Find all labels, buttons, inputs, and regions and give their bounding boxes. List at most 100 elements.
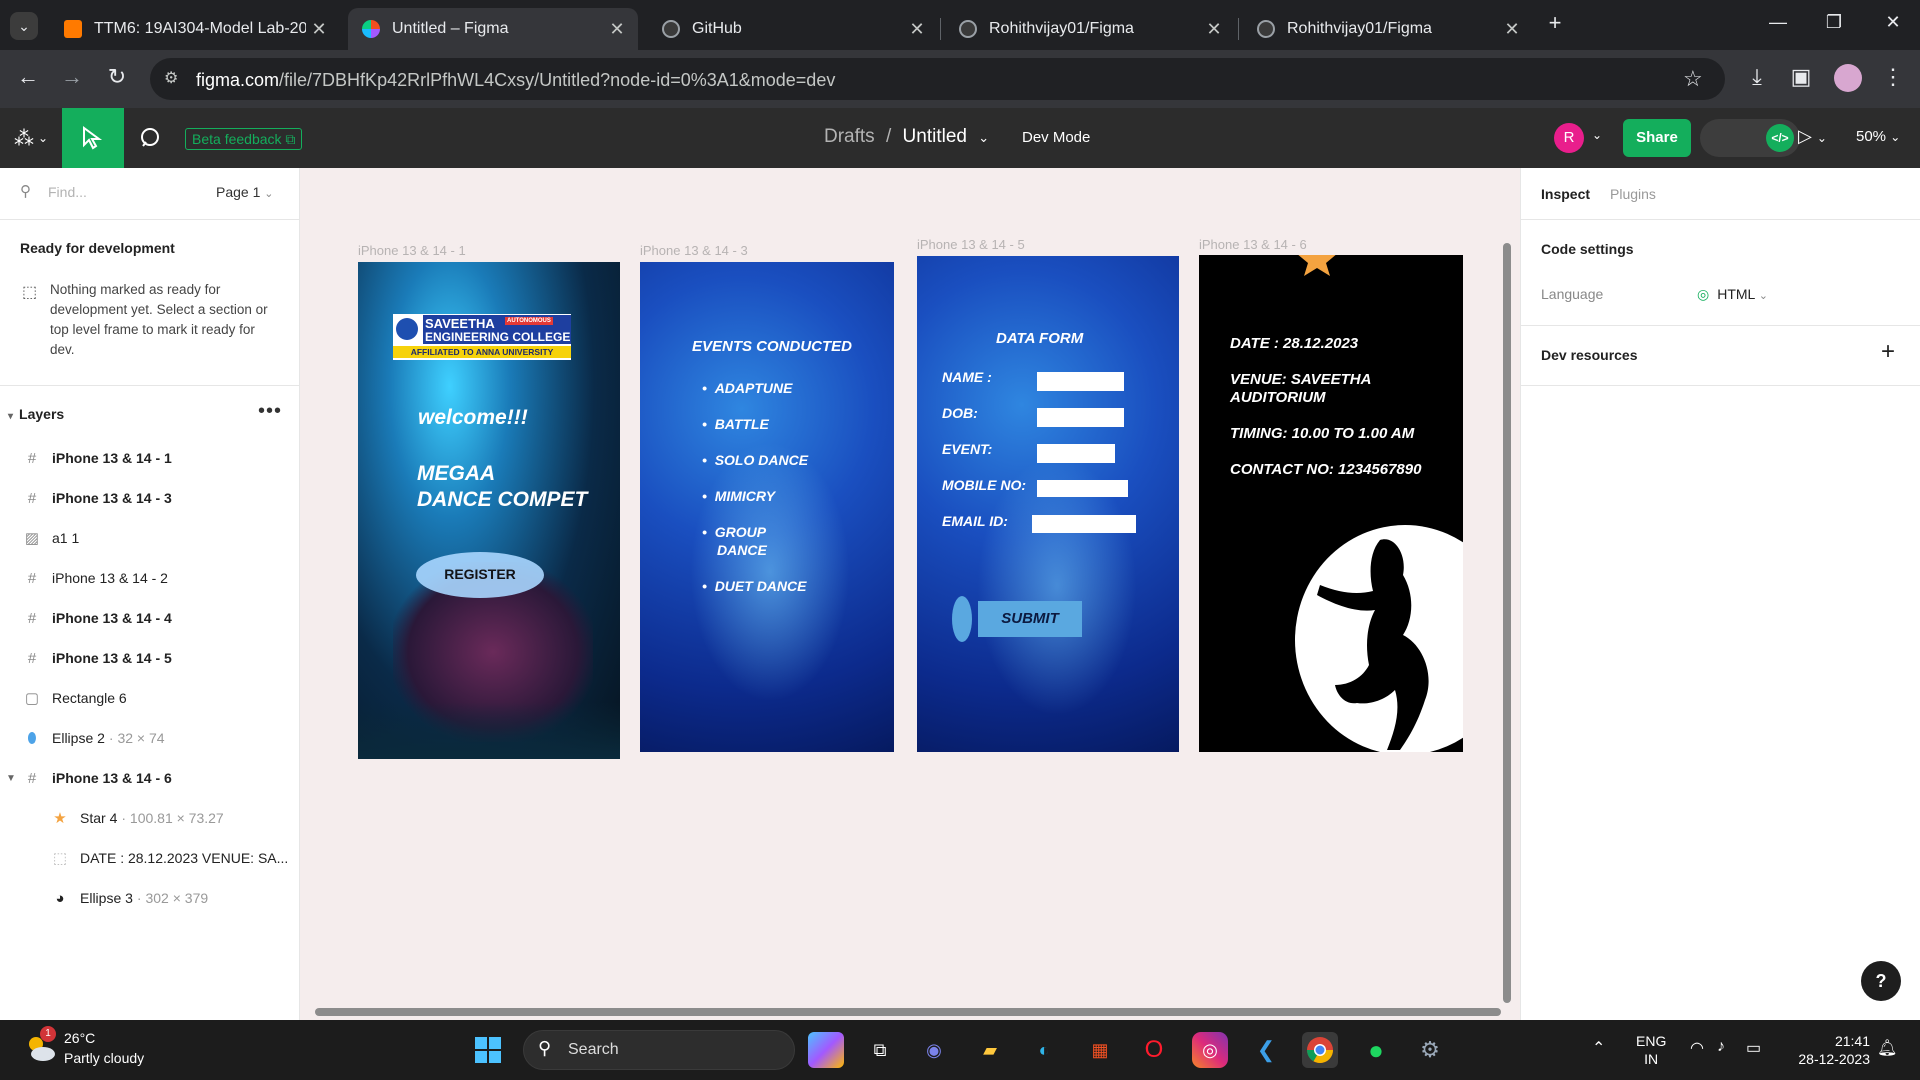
close-icon[interactable]: ✕ xyxy=(904,19,930,40)
mobile-input[interactable] xyxy=(1037,480,1128,497)
edge-browser-icon[interactable]: ◐ xyxy=(1026,1032,1062,1068)
breadcrumb-drafts[interactable]: Drafts xyxy=(824,126,875,147)
wifi-icon[interactable]: ◠ xyxy=(1690,1038,1704,1058)
layer-item[interactable]: # iPhone 13 & 14 - 5 xyxy=(0,638,300,678)
vertical-scrollbar[interactable] xyxy=(1503,243,1511,1003)
restore-icon[interactable]: ❐ xyxy=(1819,12,1849,33)
microsoft-store-icon[interactable]: ▦ xyxy=(1082,1032,1118,1068)
language-select[interactable]: ◎ HTML ⌄ xyxy=(1697,286,1768,303)
register-button[interactable]: REGISTER xyxy=(416,552,544,598)
figma-main-menu-icon[interactable]: ⁂ ⌄ xyxy=(0,108,62,168)
tab-model-lab[interactable]: TTM6: 19AI304-Model Lab-202 ✕ xyxy=(50,8,340,50)
close-icon[interactable]: ✕ xyxy=(306,19,332,40)
site-info-icon[interactable]: ⚙ xyxy=(164,68,178,88)
close-icon[interactable]: ✕ xyxy=(604,19,630,40)
move-tool-button[interactable] xyxy=(62,108,124,168)
frame-label[interactable]: iPhone 13 & 14 - 3 xyxy=(640,243,748,258)
layers-heading[interactable]: ▾ Layers xyxy=(8,406,64,422)
close-icon[interactable]: ✕ xyxy=(1499,19,1525,40)
spotify-icon[interactable]: ● xyxy=(1358,1032,1394,1068)
chrome-browser-icon[interactable] xyxy=(1302,1032,1338,1068)
chevron-down-icon[interactable]: ⌄ xyxy=(978,130,989,145)
find-input[interactable]: Find... xyxy=(48,184,87,200)
share-button[interactable]: Share xyxy=(1623,119,1691,157)
task-view-icon[interactable]: ⧉ xyxy=(862,1032,898,1068)
file-name[interactable]: Untitled xyxy=(903,126,967,147)
file-explorer-icon[interactable]: ▰ xyxy=(972,1032,1008,1068)
input-language[interactable]: ENG IN xyxy=(1636,1032,1666,1068)
close-window-icon[interactable]: ✕ xyxy=(1878,12,1908,33)
weather-temperature[interactable]: 26°C xyxy=(64,1030,95,1046)
horizontal-scrollbar[interactable] xyxy=(315,1008,1501,1016)
more-options-icon[interactable]: ••• xyxy=(258,400,282,423)
layer-item[interactable]: # iPhone 13 & 14 - 4 xyxy=(0,598,300,638)
page-selector[interactable]: Page 1 ⌄ xyxy=(216,184,273,200)
design-canvas[interactable]: iPhone 13 & 14 - 1 iPhone 13 & 14 - 3 iP… xyxy=(300,168,1520,1020)
dob-input[interactable] xyxy=(1037,408,1124,427)
frame-iphone-6[interactable]: DATE : 28.12.2023 VENUE: SAVEETHA AUDITO… xyxy=(1199,255,1463,752)
tab-github[interactable]: GitHub ✕ xyxy=(648,8,938,50)
beta-feedback-button[interactable]: Beta feedback ⧉ xyxy=(185,128,303,150)
settings-gear-icon[interactable]: ⚙ xyxy=(1412,1032,1448,1068)
layer-item[interactable]: ▨ a1 1 xyxy=(0,518,300,558)
forward-icon[interactable]: → xyxy=(56,64,88,90)
tab-inspect[interactable]: Inspect xyxy=(1541,186,1590,202)
weather-description[interactable]: Partly cloudy xyxy=(64,1050,144,1066)
layer-item[interactable]: # iPhone 13 & 14 - 1 xyxy=(0,438,300,478)
browser-menu-icon[interactable]: ⋮ xyxy=(1877,64,1909,90)
tab-rohithvijay-figma-1[interactable]: Rohithvijay01/Figma ✕ xyxy=(945,8,1235,50)
add-icon[interactable]: + xyxy=(1881,338,1895,366)
dev-mode-toggle[interactable]: </> xyxy=(1700,119,1800,157)
email-input[interactable] xyxy=(1032,515,1136,533)
tab-search-button[interactable]: ⌄ xyxy=(10,12,38,40)
tab-figma[interactable]: Untitled – Figma ✕ xyxy=(348,8,638,50)
address-bar[interactable]: ⚙ figma.com/file/7DBHfKp42RrlPfhWL4Cxsy/… xyxy=(150,58,1725,100)
layer-item[interactable]: ⬮ Ellipse 2 · 32 × 74 xyxy=(0,718,300,758)
new-tab-plus-icon[interactable]: + xyxy=(1540,10,1570,36)
tab-rohithvijay-figma-2[interactable]: Rohithvijay01/Figma ✕ xyxy=(1243,8,1533,50)
layer-item[interactable]: ◕ Ellipse 3 · 302 × 379 xyxy=(0,878,300,918)
profile-avatar[interactable] xyxy=(1834,64,1862,92)
layer-item[interactable]: ▢ Rectangle 6 xyxy=(0,678,300,718)
layer-item[interactable]: # iPhone 13 & 14 - 2 xyxy=(0,558,300,598)
frame-label[interactable]: iPhone 13 & 14 - 1 xyxy=(358,243,466,258)
frame-label[interactable]: iPhone 13 & 14 - 6 xyxy=(1199,237,1307,252)
teams-chat-icon[interactable]: ◉ xyxy=(916,1032,952,1068)
name-input[interactable] xyxy=(1037,372,1124,391)
copilot-icon[interactable] xyxy=(808,1032,844,1068)
chevron-down-icon[interactable]: ⌄ xyxy=(1592,128,1602,142)
zoom-menu[interactable]: 50% ⌄ xyxy=(1856,128,1900,145)
back-icon[interactable]: ← xyxy=(12,64,44,90)
battery-icon[interactable]: ▭ xyxy=(1746,1038,1761,1058)
side-panel-icon[interactable]: ▣ xyxy=(1785,64,1817,90)
volume-icon[interactable]: ♪ xyxy=(1717,1038,1725,1056)
event-input[interactable] xyxy=(1037,444,1115,463)
frame-iphone-1[interactable]: SAVEETHA AUTONOMOUS ENGINEERING COLLEGE … xyxy=(358,262,620,759)
taskbar-search[interactable]: ⚲ Search xyxy=(523,1030,795,1070)
system-clock[interactable]: 21:41 28-12-2023 xyxy=(1780,1032,1870,1068)
instagram-icon[interactable]: ◎ xyxy=(1192,1032,1228,1068)
frame-label[interactable]: iPhone 13 & 14 - 5 xyxy=(917,237,1025,252)
present-play-icon[interactable]: ▷ ⌄ xyxy=(1798,126,1827,147)
layer-item[interactable]: ⬚ DATE : 28.12.2023 VENUE: SA... xyxy=(0,838,300,878)
comment-tool-button[interactable] xyxy=(130,108,170,168)
windows-start-icon[interactable] xyxy=(470,1032,506,1068)
submit-button[interactable]: SUBMIT xyxy=(978,601,1082,637)
tab-plugins[interactable]: Plugins xyxy=(1610,186,1656,202)
frame-iphone-5[interactable]: DATA FORM NAME : DOB: EVENT: MOBILE NO: … xyxy=(917,256,1179,752)
user-avatar[interactable]: R xyxy=(1554,123,1584,153)
layer-item[interactable]: # iPhone 13 & 14 - 3 xyxy=(0,478,300,518)
frame-iphone-3[interactable]: EVENTS CONDUCTED • ADAPTUNE • BATTLE • S… xyxy=(640,262,894,752)
minimize-icon[interactable]: — xyxy=(1763,12,1793,33)
notification-bell-icon[interactable]: 🔔︎ xyxy=(1877,1038,1897,1058)
layer-item[interactable]: ★ Star 4 · 100.81 × 73.27 xyxy=(0,798,300,838)
chevron-down-icon[interactable]: ▼ xyxy=(6,773,16,784)
opera-browser-icon[interactable]: O xyxy=(1136,1032,1172,1068)
close-icon[interactable]: ✕ xyxy=(1201,19,1227,40)
bookmark-star-icon[interactable]: ☆ xyxy=(1683,66,1703,92)
download-icon[interactable]: ⤓ xyxy=(1741,64,1773,90)
layer-item[interactable]: ▼ # iPhone 13 & 14 - 6 xyxy=(0,758,300,798)
chevron-up-icon[interactable]: ⌃ xyxy=(1592,1038,1605,1058)
vscode-icon[interactable]: ❮ xyxy=(1248,1032,1284,1068)
help-button[interactable]: ? xyxy=(1861,961,1901,1001)
